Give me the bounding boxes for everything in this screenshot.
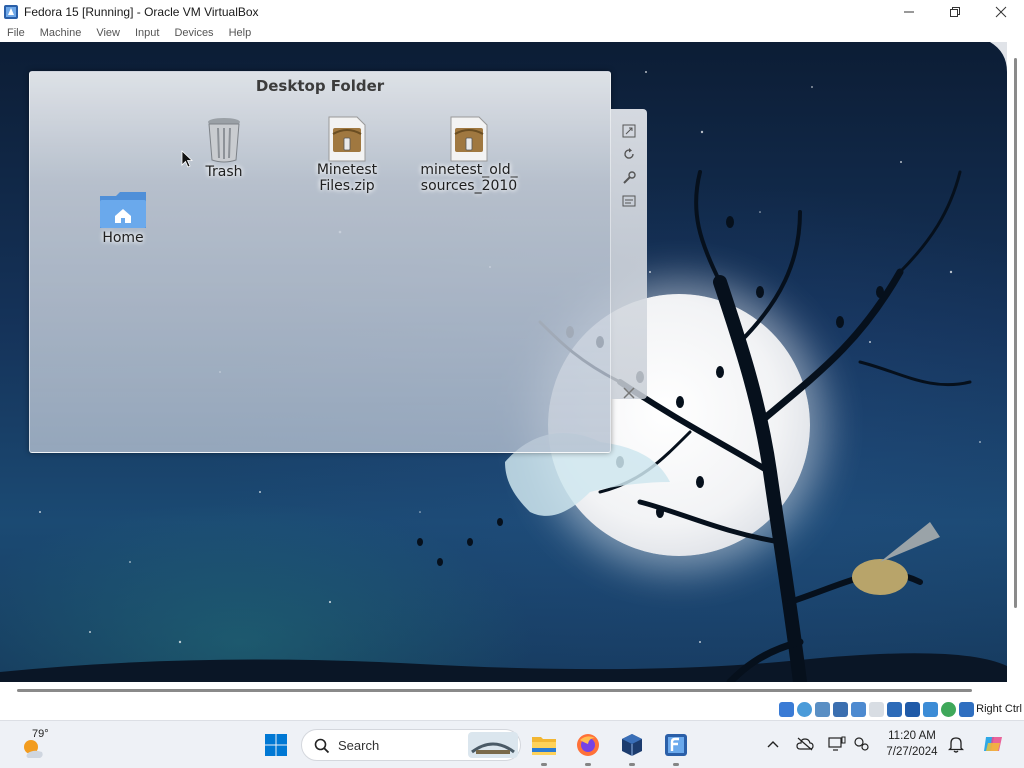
arrow-down-icon[interactable] xyxy=(959,702,974,717)
running-indicator xyxy=(629,763,635,766)
firefox-icon xyxy=(577,734,599,756)
display-tray-icon xyxy=(828,736,846,751)
desktop-icon-label-line2: sources_2010 xyxy=(420,178,518,194)
network-tray-icon xyxy=(854,737,869,751)
widget-side-panel xyxy=(611,109,647,399)
optical-drive-icon[interactable] xyxy=(797,702,812,717)
desktop-icon-home[interactable]: Home xyxy=(73,190,173,246)
cloud-off-icon xyxy=(796,737,814,751)
virtualbox-vm-icon xyxy=(665,734,687,756)
taskbar-clock[interactable]: 11:20 AM 7/27/2024 xyxy=(880,728,944,760)
copilot-button[interactable] xyxy=(982,733,1004,755)
desktop-icon-trash[interactable]: Trash xyxy=(174,116,274,180)
running-indicator xyxy=(585,763,591,766)
horizontal-scrollbar[interactable] xyxy=(0,682,1024,700)
title-bar: Fedora 15 [Running] - Oracle VM VirtualB… xyxy=(0,0,1024,24)
shared-folders-icon[interactable] xyxy=(869,702,884,717)
taskbar-search[interactable]: Search xyxy=(301,729,521,761)
notifications-button[interactable] xyxy=(947,735,965,753)
running-indicator xyxy=(541,763,547,766)
restore-button[interactable] xyxy=(932,0,978,24)
close-widget-icon[interactable] xyxy=(621,385,637,401)
virtualbox-app-icon xyxy=(4,5,18,19)
menu-file[interactable]: File xyxy=(0,27,33,39)
taskbar-virtualbox-vm[interactable] xyxy=(660,729,692,766)
window-title: Fedora 15 [Running] - Oracle VM VirtualB… xyxy=(24,5,259,19)
archive-icon xyxy=(450,116,488,162)
search-highlight-image xyxy=(468,732,518,758)
vertical-scrollbar[interactable] xyxy=(1007,42,1024,682)
virtualbox-icon xyxy=(622,734,642,756)
guest-desktop[interactable]: Desktop Folder Trash Minetest Files.zip xyxy=(0,42,1007,682)
rotate-icon[interactable] xyxy=(621,146,637,162)
scrollbar-thumb[interactable] xyxy=(1014,58,1017,608)
folder-widget-title: Desktop Folder xyxy=(255,77,385,95)
network-icon[interactable] xyxy=(833,702,848,717)
desktop-folder-widget[interactable]: Desktop Folder Trash Minetest Files.zip xyxy=(29,71,611,453)
clock-time: 11:20 AM xyxy=(888,730,936,742)
scrollbar-thumb[interactable] xyxy=(17,689,972,692)
windows-taskbar: 79° Search 11:20 AM 7/27/2024 xyxy=(0,720,1024,768)
minimize-icon xyxy=(904,11,914,13)
vm-device-icons xyxy=(779,702,974,717)
desktop-icon-minetest-files-zip[interactable]: Minetest Files.zip xyxy=(297,116,397,194)
file-explorer-icon xyxy=(532,737,556,755)
running-indicator xyxy=(673,763,679,766)
menu-bar: File Machine View Input Devices Help xyxy=(0,24,1024,42)
close-icon xyxy=(995,6,1007,18)
tray-network[interactable] xyxy=(853,735,871,753)
mouse-cursor-icon xyxy=(181,150,193,168)
minimize-button[interactable] xyxy=(886,0,932,24)
chevron-up-icon xyxy=(767,741,779,748)
host-key-label: Right Ctrl xyxy=(976,703,1022,715)
cpu-icon[interactable] xyxy=(941,702,956,717)
usb-icon[interactable] xyxy=(851,702,866,717)
show-hidden-icons[interactable] xyxy=(764,735,782,753)
weather-widget[interactable]: 79° xyxy=(18,728,78,762)
display-icon[interactable] xyxy=(887,702,902,717)
vm-status-bar: Right Ctrl xyxy=(0,700,1024,720)
audio-icon[interactable] xyxy=(815,702,830,717)
menu-input[interactable]: Input xyxy=(128,27,167,39)
clock-date: 7/27/2024 xyxy=(886,746,938,758)
taskbar-virtualbox[interactable] xyxy=(616,729,648,766)
settings-wrench-icon[interactable] xyxy=(621,170,637,186)
tray-display[interactable] xyxy=(828,735,846,753)
desktop-icon-minetest-old-sources[interactable]: minetest_old_ sources_2010 xyxy=(419,116,519,194)
archive-icon xyxy=(328,116,366,162)
video-capture-icon[interactable] xyxy=(905,702,920,717)
menu-devices[interactable]: Devices xyxy=(167,27,221,39)
search-icon xyxy=(314,738,330,754)
taskbar-file-explorer[interactable] xyxy=(528,729,560,766)
bell-icon xyxy=(948,737,964,753)
taskbar-firefox[interactable] xyxy=(572,729,604,766)
activity-icon[interactable] xyxy=(621,193,637,209)
clockwork-bird xyxy=(852,522,940,595)
hard-disk-icon[interactable] xyxy=(779,702,794,717)
tray-onedrive[interactable] xyxy=(796,735,814,753)
desktop-icon-label: minetest_old_ xyxy=(420,162,518,178)
home-folder-icon xyxy=(100,192,146,228)
weather-temperature: 79° xyxy=(32,728,49,740)
desktop-icon-label: Home xyxy=(102,230,144,246)
desktop-icon-label-line2: Files.zip xyxy=(319,178,375,194)
restore-icon xyxy=(950,7,960,17)
start-button[interactable] xyxy=(260,729,292,761)
desktop-icon-label: Minetest xyxy=(316,162,378,178)
search-placeholder: Search xyxy=(338,738,380,753)
start-icon xyxy=(265,734,287,756)
copilot-icon xyxy=(984,737,1002,751)
menu-machine[interactable]: Machine xyxy=(33,27,90,39)
trash-icon xyxy=(208,118,240,163)
close-button[interactable] xyxy=(978,0,1024,24)
resize-icon[interactable] xyxy=(621,123,637,139)
menu-view[interactable]: View xyxy=(89,27,128,39)
menu-help[interactable]: Help xyxy=(222,27,260,39)
recording-icon[interactable] xyxy=(923,702,938,717)
